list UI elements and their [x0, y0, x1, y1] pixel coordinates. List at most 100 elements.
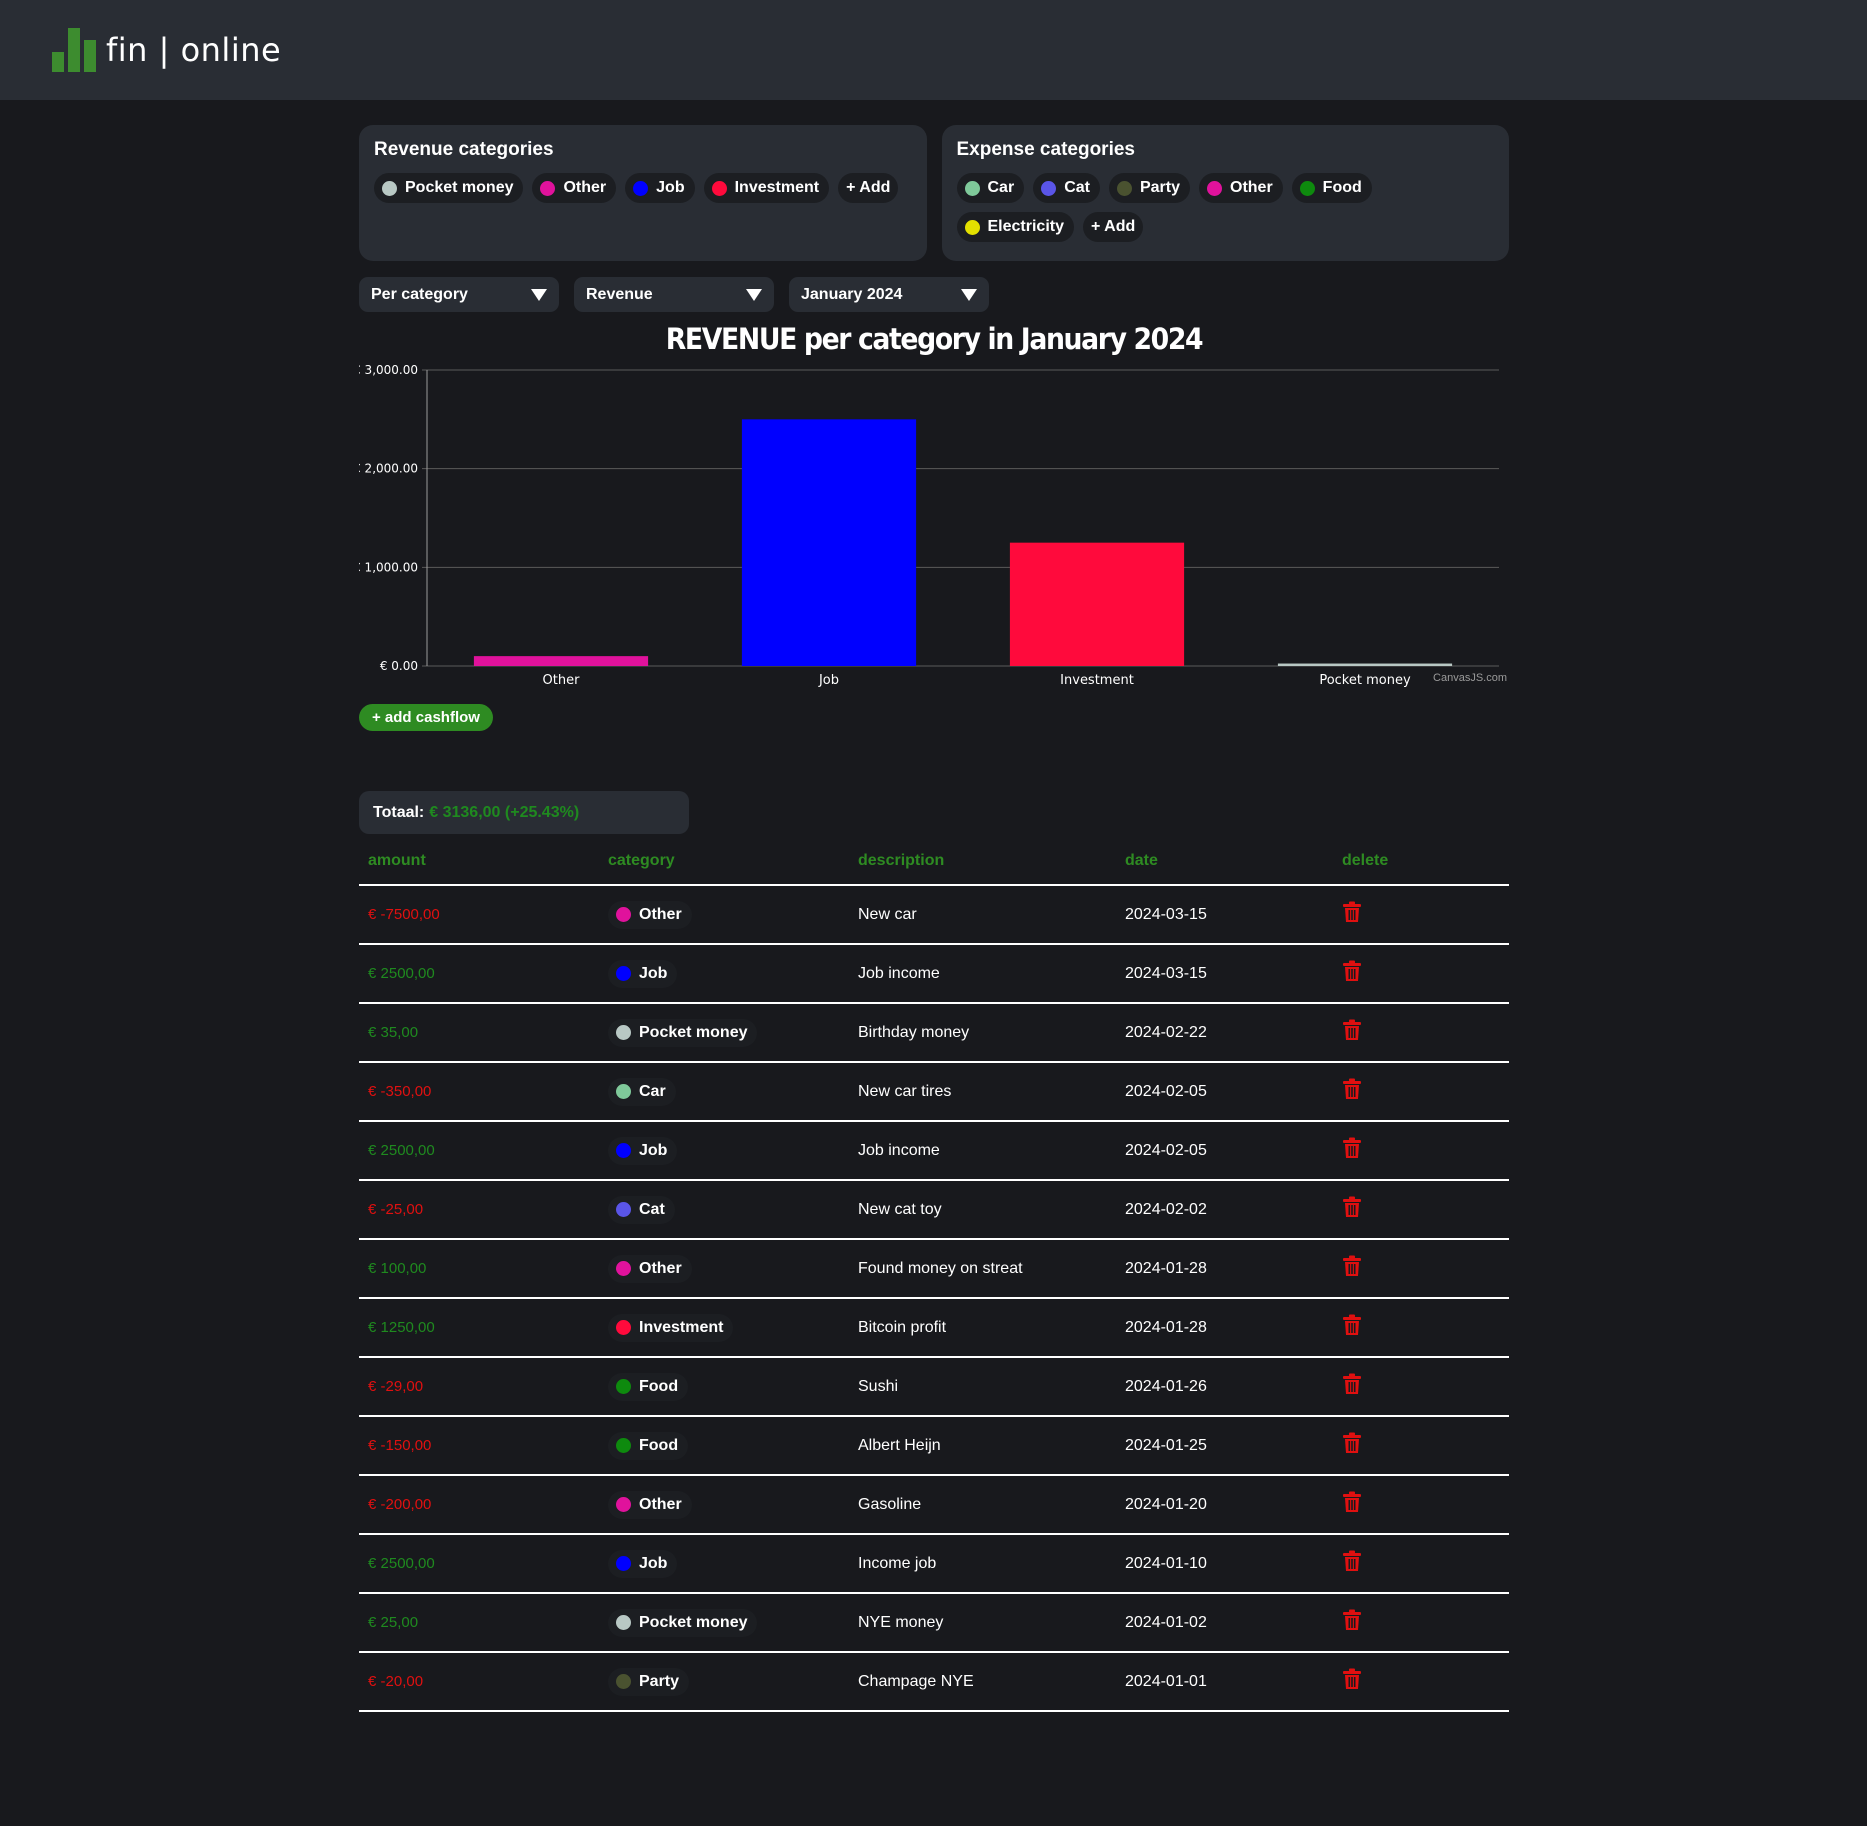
table-body: € -7500,00 Other New car 2024-03-15 € 2500,0… [359, 885, 1509, 1712]
revenue-chip-pocket-money[interactable]: Pocket money [374, 173, 524, 203]
dropdown-arrow-icon [531, 288, 547, 301]
category-badge: Food [608, 1431, 689, 1460]
category-cell: Car [599, 1062, 849, 1122]
trash-icon[interactable] [1342, 1314, 1362, 1336]
type-select[interactable]: Revenue [574, 277, 774, 312]
column-header-description[interactable]: description [849, 838, 1116, 886]
amount-cell: € -150,00 [359, 1416, 599, 1476]
description-cell: Found money on streat [849, 1239, 1116, 1299]
chart-credit[interactable]: CanvasJS.com [1433, 672, 1507, 684]
y-tick-label: € 3,000.00 [359, 363, 418, 377]
bar-pocket-money [1277, 663, 1453, 666]
date-cell: 2024-02-22 [1116, 1003, 1333, 1063]
table-row: € -7500,00 Other New car 2024-03-15 [359, 885, 1509, 945]
trash-icon[interactable] [1342, 1373, 1362, 1395]
description-cell: New car [849, 885, 1116, 945]
category-color-dot [616, 1379, 631, 1394]
table-row: € 25,00 Pocket money NYE money 2024-01-02 [359, 1593, 1509, 1653]
expense-chip-car[interactable]: Car [956, 173, 1025, 203]
category-color-dot [616, 1438, 631, 1453]
category-label: Other [639, 1259, 682, 1277]
add-revenue-category-button[interactable]: + Add [838, 173, 899, 203]
category-color-dot [1299, 180, 1315, 196]
y-tick-label: € 0.00 [380, 659, 418, 673]
trash-icon[interactable] [1342, 960, 1362, 982]
description-cell: Bitcoin profit [849, 1298, 1116, 1358]
column-header-category[interactable]: category [599, 838, 849, 886]
table-row: € 2500,00 Job Job income 2024-02-05 [359, 1121, 1509, 1181]
delete-cell [1333, 885, 1509, 945]
table-row: € -200,00 Other Gasoline 2024-01-20 [359, 1475, 1509, 1535]
expense-chip-food[interactable]: Food [1291, 173, 1372, 203]
trash-icon[interactable] [1342, 1255, 1362, 1277]
delete-cell [1333, 1003, 1509, 1063]
trash-icon[interactable] [1342, 901, 1362, 923]
amount-cell: € 2500,00 [359, 1121, 599, 1181]
delete-cell [1333, 1062, 1509, 1122]
period-select[interactable]: January 2024 [789, 277, 989, 312]
column-header-date[interactable]: date [1116, 838, 1333, 886]
category-cell: Party [599, 1652, 849, 1712]
category-label: Job [639, 1141, 668, 1159]
add-cashflow-button[interactable]: + add cashflow [359, 704, 493, 731]
category-color-dot [711, 180, 727, 196]
expense-chip-electricity[interactable]: Electricity [956, 212, 1074, 242]
description-cell: Job income [849, 1121, 1116, 1181]
trash-icon[interactable] [1342, 1432, 1362, 1454]
date-cell: 2024-01-01 [1116, 1652, 1333, 1712]
category-cell: Other [599, 1239, 849, 1299]
revenue-chip-job[interactable]: Job [625, 173, 695, 203]
category-label: Party [639, 1672, 680, 1690]
trash-icon[interactable] [1342, 1668, 1362, 1690]
delete-cell [1333, 1652, 1509, 1712]
x-tick-label: Pocket money [1319, 673, 1411, 688]
category-cell: Other [599, 885, 849, 945]
amount-cell: € 1250,00 [359, 1298, 599, 1358]
description-cell: Birthday money [849, 1003, 1116, 1063]
category-label: Electricity [987, 218, 1064, 235]
category-cell: Food [599, 1416, 849, 1476]
expense-chip-cat[interactable]: Cat [1033, 173, 1100, 203]
table-row: € -350,00 Car New car tires 2024-02-05 [359, 1062, 1509, 1122]
category-badge: Car [608, 1077, 676, 1106]
group-select[interactable]: Per category [359, 277, 559, 312]
category-cell: Job [599, 944, 849, 1004]
trash-icon[interactable] [1342, 1609, 1362, 1631]
x-tick-label: Investment [1060, 673, 1134, 688]
description-cell: Sushi [849, 1357, 1116, 1417]
add-expense-category-button[interactable]: + Add [1082, 212, 1144, 242]
dropdown-arrow-icon [746, 288, 762, 301]
revenue-chip-investment[interactable]: Investment [703, 173, 830, 203]
category-cell: Job [599, 1121, 849, 1181]
category-label: Job [639, 964, 668, 982]
category-color-dot [616, 1320, 631, 1335]
expense-chip-other[interactable]: Other [1199, 173, 1283, 203]
group-select-value: Per category [371, 285, 468, 303]
revenue-chip-other[interactable]: Other [532, 173, 617, 203]
category-badge: Food [608, 1372, 689, 1401]
trash-icon[interactable] [1342, 1078, 1362, 1100]
column-header-delete[interactable]: delete [1333, 838, 1509, 886]
trash-icon[interactable] [1342, 1491, 1362, 1513]
trash-icon[interactable] [1342, 1019, 1362, 1041]
expense-chip-party[interactable]: Party [1108, 173, 1190, 203]
app-logo-text[interactable]: fin | online [106, 31, 281, 69]
category-label: Food [1322, 179, 1362, 196]
delete-cell [1333, 1475, 1509, 1535]
table-row: € -25,00 Cat New cat toy 2024-02-02 [359, 1180, 1509, 1240]
trash-icon[interactable] [1342, 1196, 1362, 1218]
trash-icon[interactable] [1342, 1550, 1362, 1572]
trash-icon[interactable] [1342, 1137, 1362, 1159]
category-label: Food [639, 1377, 679, 1395]
category-cell: Pocket money [599, 1003, 849, 1063]
date-cell: 2024-01-26 [1116, 1357, 1333, 1417]
chart-canvas: € 0.00 € 1,000.00 € 2,000.00 € 3,000.00 Othe… [359, 363, 1499, 688]
category-badge: Party [608, 1667, 690, 1696]
category-color-dot [1207, 180, 1222, 196]
category-label: Pocket money [639, 1023, 748, 1041]
delete-cell [1333, 944, 1509, 1004]
main-content: Revenue categories Pocket money Other Job I… [359, 125, 1509, 1712]
column-header-amount[interactable]: amount [359, 838, 599, 886]
category-color-dot [616, 1143, 631, 1158]
category-label: Pocket money [405, 179, 514, 196]
